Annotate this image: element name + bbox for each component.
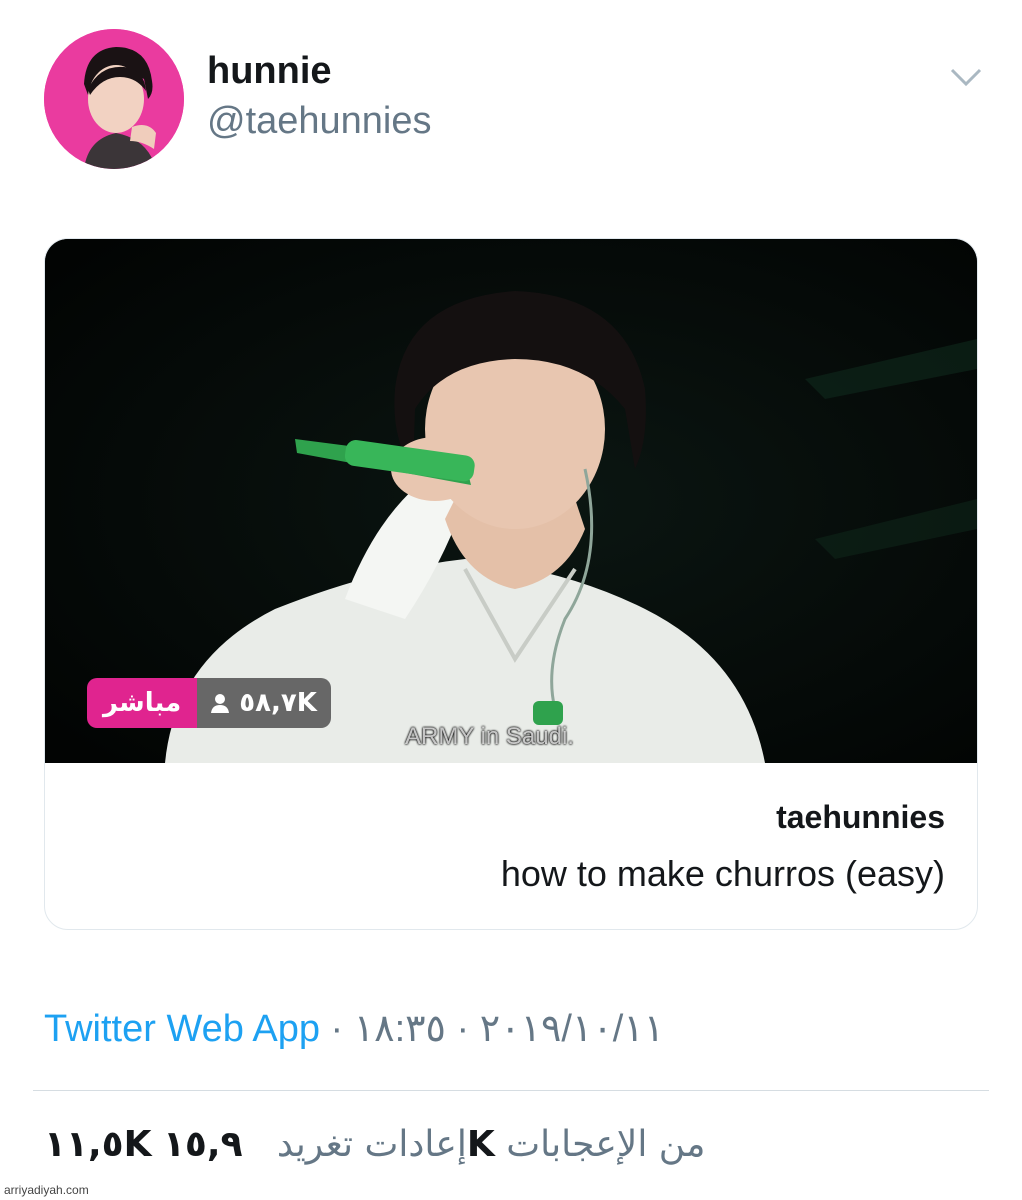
tweet-meta: Twitter Web App · ٢٠١٩/١٠/١١ · ١٨:٣٥ [44, 1006, 664, 1051]
card-title: how to make churros (easy) [500, 853, 945, 894]
tweet-stats: ١١,٥K إعادات تغريد ١٥,٩K من الإعجابات [44, 1124, 705, 1165]
tweet-date[interactable]: ٢٠١٩/١٠/١١ [480, 1008, 664, 1050]
display-name[interactable]: hunnie [207, 50, 332, 93]
retweets-stat[interactable]: ١١,٥K إعادات تغريد [44, 1124, 467, 1165]
source-link[interactable]: Twitter Web App [44, 1008, 320, 1050]
live-badge: مباشر ٥٨,٧K [87, 678, 331, 728]
video-caption: ARMY in Saudi. [405, 723, 574, 750]
person-icon [211, 694, 230, 713]
chevron-down-icon[interactable] [948, 62, 984, 92]
video-preview[interactable]: مباشر ٥٨,٧K ARMY in Saudi. [45, 239, 977, 763]
user-handle[interactable]: @taehunnies [207, 100, 432, 143]
meta-separator: · [330, 1008, 344, 1050]
profile-avatar-image [44, 29, 184, 169]
link-card[interactable]: مباشر ٥٨,٧K ARMY in Saudi. taehunnies ho… [44, 238, 978, 930]
site-watermark: arriyadiyah.com [4, 1183, 89, 1197]
retweets-count: ١١,٥K [44, 1124, 152, 1165]
meta-separator: · [456, 1008, 470, 1050]
live-label: مباشر [87, 678, 198, 728]
tweet-time[interactable]: ١٨:٣٥ [354, 1008, 446, 1050]
viewer-count-value: ٥٨,٧K [239, 688, 317, 718]
divider [33, 1090, 989, 1091]
card-author: taehunnies [776, 799, 945, 835]
retweets-label: إعادات تغريد [276, 1124, 467, 1165]
likes-label: من الإعجابات [506, 1124, 706, 1165]
tweet-page: hunnie @taehunnies مباشر ٥٨,٧K ARMY in S… [0, 0, 1022, 1200]
viewer-count: ٥٨,٧K [197, 678, 331, 728]
avatar[interactable] [44, 29, 184, 169]
card-info[interactable]: taehunnies how to make churros (easy) [45, 763, 977, 929]
